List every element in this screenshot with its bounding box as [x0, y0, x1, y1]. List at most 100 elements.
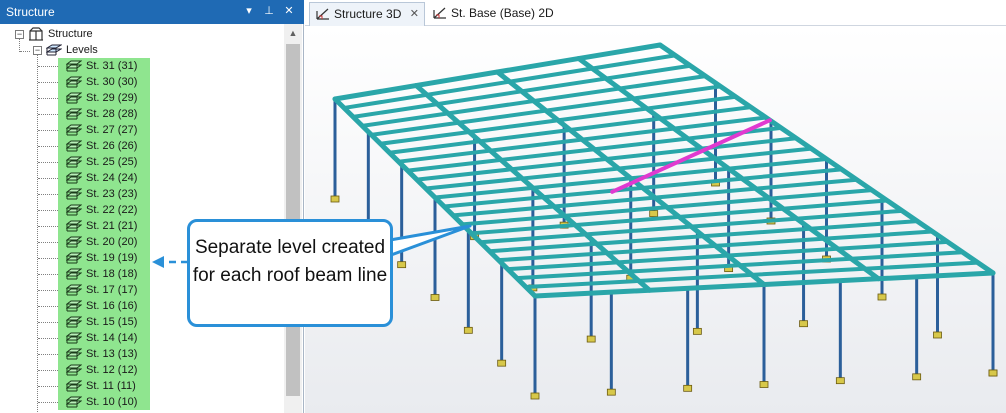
- column-support: [835, 377, 845, 385]
- collapse-toggle[interactable]: −: [15, 30, 24, 39]
- level-icon: [66, 380, 82, 392]
- level-item[interactable]: St. 26 (26): [58, 138, 150, 154]
- level-icon: [66, 188, 82, 200]
- level-label: St. 21 (21): [86, 220, 138, 232]
- level-icon: [66, 236, 82, 248]
- tree-guide-line: [38, 114, 58, 115]
- level-label: St. 22 (22): [86, 204, 138, 216]
- tree-guide-line: [38, 322, 58, 323]
- level-icon: [66, 92, 82, 104]
- level-icon: [66, 204, 82, 216]
- level-label: St. 16 (16): [86, 300, 138, 312]
- tab-label: Structure 3D: [334, 7, 402, 21]
- tree-guide-line: [38, 98, 58, 99]
- view-tab-bar: Structure 3D ✕ St. Base (Base) 2D: [305, 0, 1006, 26]
- level-label: St. 17 (17): [86, 284, 138, 296]
- roof-beam: [423, 146, 814, 191]
- level-icon: [66, 316, 82, 328]
- tree-guide-line: [38, 386, 58, 387]
- column-support: [430, 294, 440, 301]
- panel-header: Structure ▾ ⊥ ✕: [0, 0, 304, 24]
- tree-guide-line: [38, 274, 58, 275]
- panel-pin-button[interactable]: ⊥: [262, 4, 276, 18]
- level-item[interactable]: St. 25 (25): [58, 154, 150, 170]
- level-item[interactable]: St. 14 (14): [58, 330, 150, 346]
- panel-dropdown-button[interactable]: ▾: [242, 4, 256, 18]
- column-support: [692, 327, 702, 335]
- panel-title: Structure: [6, 5, 55, 19]
- level-icon: [66, 332, 82, 344]
- tree-guide-line: [37, 54, 38, 413]
- column-support: [649, 210, 659, 217]
- level-icon: [66, 172, 82, 184]
- column-support: [877, 293, 887, 301]
- level-item[interactable]: St. 31 (31): [58, 58, 150, 74]
- level-item[interactable]: St. 21 (21): [58, 218, 150, 234]
- level-icon: [66, 348, 82, 360]
- level-icon: [66, 60, 82, 72]
- column-support: [606, 388, 616, 396]
- level-item[interactable]: St. 11 (11): [58, 378, 150, 394]
- tree-node-levels[interactable]: − Levels: [0, 42, 200, 58]
- callout-text: Separate level created for each roof bea…: [192, 237, 388, 286]
- tree-guide-line: [38, 82, 58, 83]
- level-item[interactable]: St. 23 (23): [58, 186, 150, 202]
- level-item[interactable]: St. 12 (12): [58, 362, 150, 378]
- level-item[interactable]: St. 17 (17): [58, 282, 150, 298]
- level-label: St. 19 (19): [86, 252, 138, 264]
- tree-guide-line: [38, 130, 58, 131]
- tree-guide-line: [38, 66, 58, 67]
- level-item[interactable]: St. 18 (18): [58, 266, 150, 282]
- tree-guide-line: [38, 242, 58, 243]
- tab-close-icon[interactable]: ✕: [410, 3, 419, 25]
- column-support: [330, 195, 340, 203]
- level-item[interactable]: St. 10 (10): [58, 394, 150, 410]
- level-label: St. 13 (13): [86, 348, 138, 360]
- column-support: [530, 392, 540, 400]
- tree-guide-line: [38, 146, 58, 147]
- level-icon: [66, 268, 82, 280]
- level-item[interactable]: St. 27 (27): [58, 122, 150, 138]
- callout-box: Separate level created for each roof bea…: [187, 219, 393, 327]
- column-support: [799, 320, 808, 328]
- level-item[interactable]: St. 19 (19): [58, 250, 150, 266]
- column-support: [988, 369, 998, 377]
- panel-close-button[interactable]: ✕: [282, 4, 296, 18]
- tree-node-label: Levels: [66, 44, 98, 56]
- level-item[interactable]: St. 28 (28): [58, 106, 150, 122]
- tab-base-2d[interactable]: St. Base (Base) 2D: [427, 2, 572, 26]
- structure-3d-viewport[interactable]: [305, 27, 1006, 413]
- tree-guide-line: [38, 162, 58, 163]
- view-3d-icon: [316, 8, 329, 20]
- column-support: [463, 326, 473, 334]
- tree-guide-line: [38, 210, 58, 211]
- level-item[interactable]: St. 15 (15): [58, 314, 150, 330]
- level-item[interactable]: St. 29 (29): [58, 90, 150, 106]
- level-item[interactable]: St. 13 (13): [58, 346, 150, 362]
- level-label: St. 24 (24): [86, 172, 138, 184]
- tree-guide-line: [38, 178, 58, 179]
- level-icon: [66, 124, 82, 136]
- tree-guide-line: [38, 338, 58, 339]
- tab-structure-3d[interactable]: Structure 3D ✕: [309, 2, 425, 26]
- level-item[interactable]: St. 30 (30): [58, 74, 150, 90]
- level-label: St. 20 (20): [86, 236, 138, 248]
- level-item[interactable]: St. 22 (22): [58, 202, 150, 218]
- structure-frame-icon: [29, 27, 43, 41]
- level-icon: [66, 156, 82, 168]
- level-label: St. 30 (30): [86, 76, 138, 88]
- level-label: St. 18 (18): [86, 268, 138, 280]
- column-support: [497, 359, 507, 367]
- level-item[interactable]: St. 24 (24): [58, 170, 150, 186]
- level-label: St. 12 (12): [86, 364, 138, 376]
- column-support: [912, 373, 922, 381]
- level-label: St. 29 (29): [86, 92, 138, 104]
- scroll-up-arrow-icon[interactable]: ▲: [284, 24, 302, 42]
- level-item[interactable]: St. 20 (20): [58, 234, 150, 250]
- tree-guide-line: [38, 194, 58, 195]
- level-item[interactable]: St. 16 (16): [58, 298, 150, 314]
- collapse-toggle[interactable]: −: [33, 46, 42, 55]
- tree-node-structure[interactable]: − Structure: [0, 26, 200, 42]
- level-label: St. 31 (31): [86, 60, 138, 72]
- level-label: St. 11 (11): [86, 380, 136, 392]
